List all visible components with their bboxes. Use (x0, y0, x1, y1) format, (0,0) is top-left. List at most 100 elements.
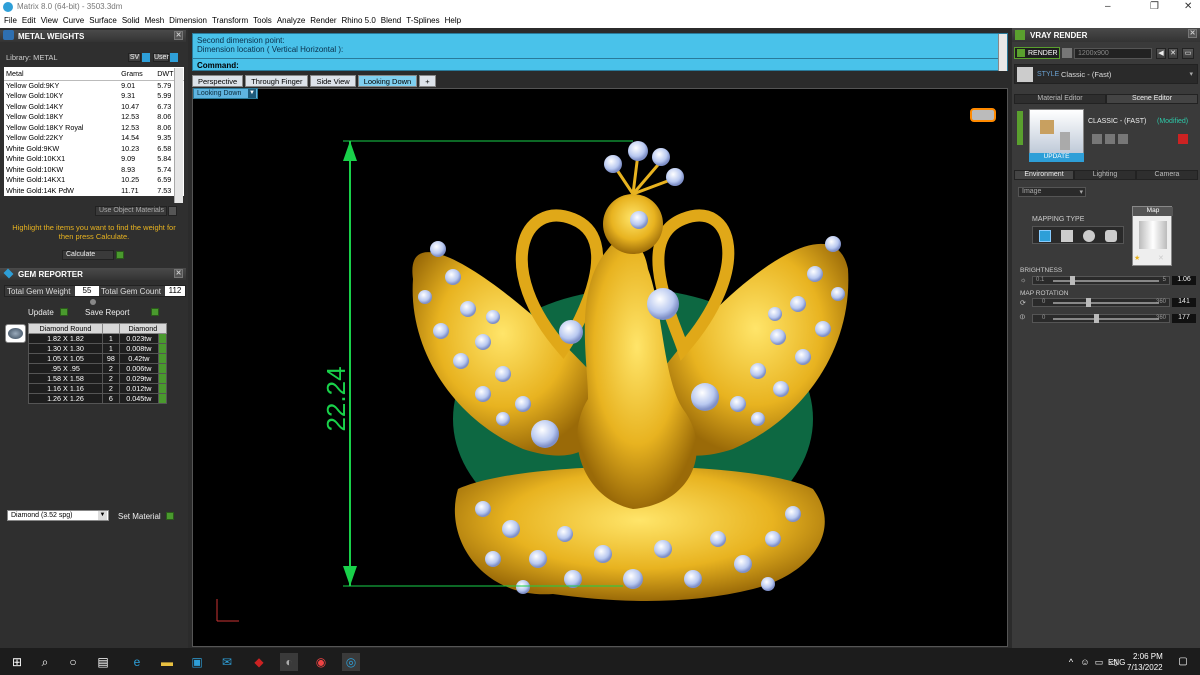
table-row[interactable]: 1.16 X 1.16 2 0.012tw (28, 383, 167, 394)
close-render-icon[interactable]: ✕ (1168, 48, 1178, 59)
rhino-icon[interactable]: ◐ (280, 653, 298, 671)
minimize-button[interactable]: – (1105, 1, 1111, 12)
window-icon[interactable]: ▭ (1182, 48, 1194, 59)
mapping-cube-icon[interactable] (1061, 230, 1073, 242)
update-button[interactable]: Update (28, 308, 54, 317)
tab-perspective[interactable]: Perspective (192, 75, 244, 87)
map-star-icon[interactable]: ★ (1134, 254, 1140, 262)
rotation1-value[interactable]: 141 (1172, 298, 1196, 307)
delete-scene-icon[interactable] (1178, 134, 1188, 144)
tab-scene-editor[interactable]: Scene Editor (1106, 94, 1198, 104)
row-play-icon[interactable] (158, 363, 167, 374)
viewport[interactable]: 22.24 (192, 88, 1008, 647)
menu-blend[interactable]: Blend (381, 14, 406, 28)
table-row[interactable]: 1.82 X 1.82 1 0.023tw (28, 333, 167, 344)
render-button[interactable]: RENDER (1014, 47, 1060, 59)
use-object-materials-checkbox[interactable]: Use Object Materials (95, 206, 167, 216)
column-header[interactable]: Grams (119, 67, 156, 81)
windows-start-icon[interactable]: ⊞ (8, 653, 26, 671)
table-row[interactable]: Yellow Gold:14KY 10.47 6.73 (4, 101, 184, 112)
save-report-button[interactable]: Save Report (85, 308, 129, 317)
table-row[interactable]: 1.05 X 1.05 98 0.42tw (28, 353, 167, 364)
vray-close-icon[interactable]: ✕ (1188, 29, 1197, 38)
scene-side-arrow[interactable] (1017, 111, 1023, 145)
open-scene-icon[interactable] (1118, 134, 1128, 144)
mapping-sphere-icon[interactable] (1083, 230, 1095, 242)
clock-time[interactable]: 2:06 PM (1133, 652, 1163, 661)
menu-edit[interactable]: Edit (22, 14, 41, 28)
chevron-down-icon[interactable]: ▼ (98, 511, 107, 520)
edge-icon[interactable]: e (128, 653, 146, 671)
table-row[interactable]: White Gold:9KW 10.23 6.58 (4, 143, 184, 154)
save-scene-icon[interactable] (1092, 134, 1102, 144)
table-row[interactable]: Yellow Gold:18KY 12.53 8.06 (4, 112, 184, 123)
sv-button[interactable]: SV (128, 53, 141, 62)
calculate-play-icon[interactable] (116, 251, 124, 259)
diamond-thumbnail[interactable] (5, 324, 26, 343)
menu-solid[interactable]: Solid (122, 14, 145, 28)
sv-toggle-icon[interactable] (142, 53, 150, 62)
save-report-play-icon[interactable] (151, 308, 159, 316)
resolution-field[interactable]: 1200x900 (1074, 48, 1152, 59)
table-row[interactable]: .95 X .95 2 0.006tw (28, 363, 167, 374)
rotation2-value[interactable]: 177 (1172, 314, 1196, 323)
menu-tsplines[interactable]: T-Splines (406, 14, 444, 28)
material-select[interactable]: Diamond (3.52 spg) ▼ (7, 510, 109, 521)
row-play-icon[interactable] (158, 393, 167, 404)
brightness-value[interactable]: 1.06 (1172, 276, 1196, 285)
calculate-button[interactable]: Calculate (62, 250, 114, 260)
table-row[interactable]: Yellow Gold:9KY 9.01 5.79 (4, 80, 184, 91)
task-view-icon[interactable]: ○ (64, 653, 82, 671)
table-row[interactable]: Yellow Gold:18KY Royal 12.53 8.06 (4, 122, 184, 133)
table-row[interactable]: Yellow Gold:10KY 9.31 5.99 (4, 91, 184, 102)
search-icon[interactable]: ⌕ (36, 653, 54, 671)
tab-looking-down[interactable]: Looking Down (357, 75, 418, 87)
app-icon[interactable]: ◆ (250, 653, 268, 671)
row-play-icon[interactable] (158, 343, 167, 354)
use-object-materials-toggle[interactable] (168, 206, 177, 216)
splitter-handle[interactable] (90, 299, 96, 305)
matrix-app-icon[interactable]: ◎ (342, 653, 360, 671)
mapping-flat-icon[interactable] (1039, 230, 1051, 242)
menu-surface[interactable]: Surface (89, 14, 122, 28)
brightness-slider[interactable]: 0.1 5 (1032, 276, 1170, 285)
table-row[interactable]: 1.26 X 1.26 6 0.045tw (28, 393, 167, 404)
rotation2-knob[interactable] (1094, 314, 1100, 323)
row-play-icon[interactable] (158, 383, 167, 394)
command-input[interactable]: Command: (193, 58, 999, 71)
table-row[interactable]: 1.58 X 1.58 2 0.029tw (28, 373, 167, 384)
chevron-down-icon[interactable]: ▾ (1189, 70, 1193, 78)
close-button[interactable]: ✕ (1184, 1, 1192, 12)
gem-reporter-close-icon[interactable]: ✕ (174, 269, 183, 278)
clock-date[interactable]: 7/13/2022 (1127, 663, 1163, 672)
menu-view[interactable]: View (41, 14, 63, 28)
widgets-icon[interactable]: ▤ (94, 653, 112, 671)
row-play-icon[interactable] (158, 333, 167, 344)
language-indicator[interactable]: ENG (1108, 658, 1125, 667)
add-view-tab-button[interactable]: + (419, 75, 436, 87)
metal-weights-close-icon[interactable]: ✕ (174, 31, 183, 40)
table-row[interactable]: White Gold:10KW 8.93 5.74 (4, 164, 184, 175)
row-play-icon[interactable] (158, 353, 167, 364)
user-toggle-icon[interactable] (170, 53, 178, 62)
tab-lighting[interactable]: Lighting (1074, 170, 1136, 180)
tab-material-editor[interactable]: Material Editor (1014, 94, 1106, 104)
view-dropdown[interactable]: Looking Down ▼ (193, 88, 258, 99)
tab-side-view[interactable]: Side View (310, 75, 356, 87)
store-icon[interactable]: ▣ (188, 653, 206, 671)
tab-environment[interactable]: Environment (1014, 170, 1074, 180)
column-header[interactable]: Metal (4, 67, 120, 81)
update-scene-button[interactable]: UPDATE (1029, 153, 1084, 162)
chevron-down-icon[interactable]: ▼ (248, 89, 256, 98)
tab-through-finger[interactable]: Through Finger (245, 75, 309, 87)
file-explorer-icon[interactable]: ▬ (158, 653, 176, 671)
menu-dimension[interactable]: Dimension (169, 14, 212, 28)
rotation2-slider[interactable]: 0 360 (1032, 314, 1170, 323)
table-row[interactable]: Yellow Gold:22KY 14.54 9.35 (4, 133, 184, 144)
table-row[interactable]: White Gold:14KX1 10.25 6.59 (4, 175, 184, 186)
view-cube-icon[interactable] (970, 108, 996, 122)
map-clear-icon[interactable]: ✕ (1158, 254, 1164, 262)
maximize-button[interactable]: ❐ (1150, 1, 1159, 12)
update-play-icon[interactable] (60, 308, 68, 316)
menu-analyze[interactable]: Analyze (277, 14, 310, 28)
